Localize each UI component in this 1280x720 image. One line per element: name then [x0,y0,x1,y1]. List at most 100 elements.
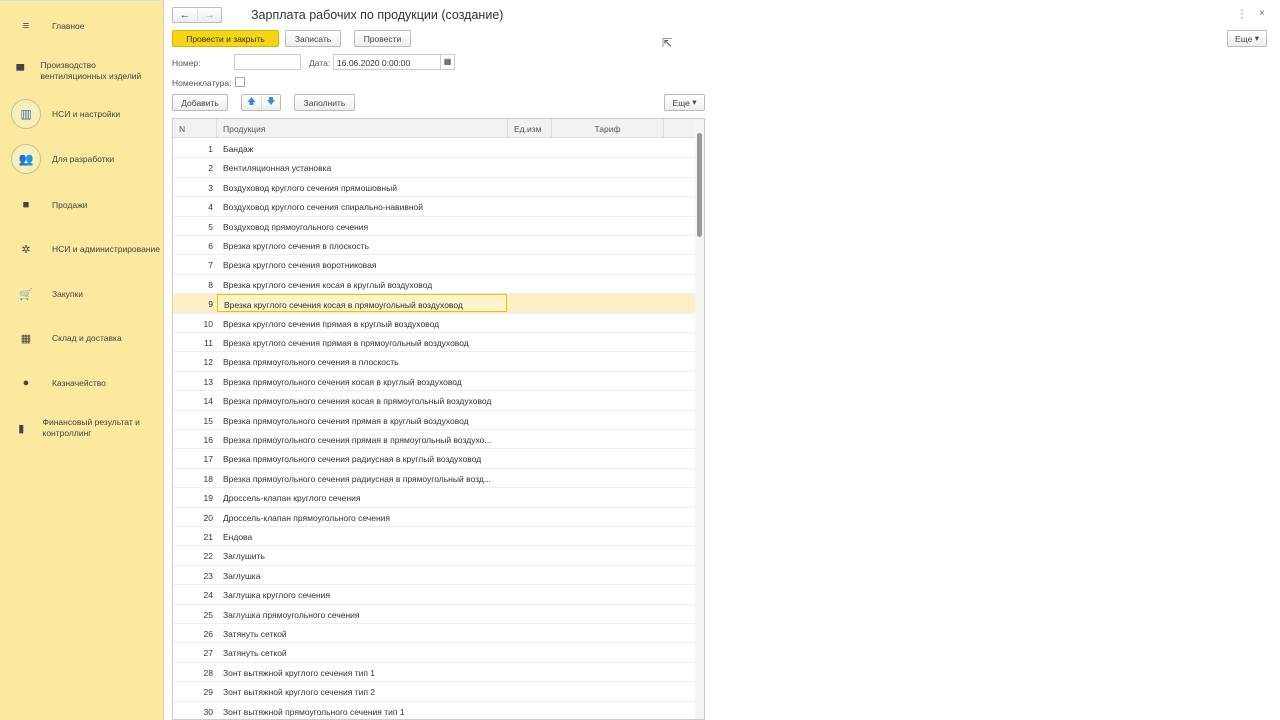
scrollbar[interactable] [695,119,704,719]
move-up-icon[interactable]: 🡅 [242,96,261,110]
table-row[interactable]: 19 Дроссель-клапан круглого сечения [173,488,696,508]
nomenclature-checkbox[interactable] [235,77,245,87]
add-button[interactable]: Добавить [172,94,228,111]
table-row[interactable]: 22 Заглушить [173,546,696,566]
table-row[interactable]: 8 Врезка круглого сечения косая в круглый… [173,275,696,295]
product-cell[interactable]: Воздуховод круглого сечения спирально-на… [217,197,507,215]
table-row[interactable]: 17 Врезка прямоугольного сечения радиусна… [173,449,696,469]
product-cell[interactable]: Затянуть сеткой [217,624,507,642]
product-cell[interactable]: Врезка прямоугольного сечения радиусная … [217,469,507,487]
column-header-product[interactable]: Продукция [217,119,508,138]
product-cell[interactable]: Зонт вытяжной прямоугольного сечения тип… [217,702,507,719]
product-cell[interactable]: Врезка прямоугольного сечения косая в кр… [217,372,507,390]
product-cell[interactable]: Вентиляционная установка [217,158,507,176]
sidebar-item[interactable]: ▥ НСИ и настройки [0,94,164,134]
table-row[interactable]: 7 Врезка круглого сечения воротниковая [173,255,696,275]
product-cell[interactable]: Бандаж [217,139,507,157]
table-row[interactable]: 11 Врезка круглого сечения прямая в прямо… [173,333,696,353]
product-cell[interactable]: Врезка круглого сечения в плоскость [217,236,507,254]
product-cell[interactable]: Врезка прямоугольного сечения радиусная … [217,449,507,467]
table-row[interactable]: 5 Воздуховод прямоугольного сечения [173,217,696,236]
date-label: Дата: [309,58,331,68]
calendar-icon[interactable]: ▦ [440,54,455,70]
table-row[interactable]: 28 Зонт вытяжной круглого сечения тип 1 [173,663,696,683]
table-row[interactable]: 13 Врезка прямоугольного сечения косая в … [173,372,696,392]
sidebar-item-label: Закупки [52,288,83,299]
product-cell[interactable]: Заглушка прямоугольного сечения [217,605,507,623]
sidebar-item[interactable]: ≡ Главное [0,6,164,46]
table-row[interactable]: 29 Зонт вытяжной круглого сечения тип 2 [173,682,696,702]
sidebar-item[interactable]: ● Казначейство [0,363,164,403]
date-input[interactable]: 16.06.2020 0:00:00 [333,54,441,70]
sidebar-item[interactable]: 🛒 Закупки [0,274,164,314]
table-row[interactable]: 20 Дроссель-клапан прямоугольного сечения [173,508,696,527]
column-header-unit[interactable]: Ед.изм [508,119,552,138]
sidebar-item[interactable]: 👥 Для разработки [0,139,164,179]
table-row[interactable]: 15 Врезка прямоугольного сечения прямая в… [173,411,696,430]
table-row[interactable]: 1 Бандаж [173,139,696,159]
table-row[interactable]: 2 Вентиляционная установка [173,158,696,178]
product-cell[interactable]: Зонт вытяжной круглого сечения тип 1 [217,663,507,681]
table-row[interactable]: 24 Заглушка круглого сечения [173,585,696,605]
row-number: 6 [208,241,213,251]
product-cell[interactable]: Заглушить [217,546,507,564]
sidebar-item[interactable]: ■ Продажи [0,185,164,225]
sidebar-item[interactable]: ✲ НСИ и администрирование [0,229,164,269]
column-header-rate[interactable]: Тариф [552,119,664,138]
row-number: 29 [203,687,213,698]
product-cell[interactable]: Врезка круглого сечения косая в круглый … [217,275,507,293]
table-row[interactable]: 23 Заглушка [173,566,696,586]
table-row[interactable]: 12 Врезка прямоугольного сечения в плоско… [173,352,696,372]
product-cell[interactable]: Врезка прямоугольного сечения в плоскост… [217,352,507,370]
product-cell[interactable]: Дроссель-клапан прямоугольного сечения [217,508,507,526]
table-row[interactable]: 21 Ендова [173,527,696,547]
product-cell[interactable]: Врезка круглого сечения прямая в прямоуг… [217,333,507,351]
product-cell[interactable]: Затянуть сеткой [217,643,507,661]
table-row[interactable]: 25 Заглушка прямоугольного сечения [173,605,696,624]
table-row[interactable]: 3 Воздуховод круглого сечения прямошовный [173,178,696,198]
forward-arrow-icon[interactable]: → [196,9,221,21]
product-cell[interactable]: Врезка прямоугольного сечения прямая в п… [217,430,507,448]
product-cell[interactable]: Воздуховод прямоугольного сечения [217,217,507,235]
product-cell[interactable]: Дроссель-клапан круглого сечения [217,488,507,506]
header-more-button[interactable]: Еще ▾ [1227,30,1267,47]
product-cell[interactable]: Воздуховод круглого сечения прямошовный [217,178,507,196]
ruble-icon: ● [22,377,30,389]
post-and-close-button[interactable]: Провести и закрыть [172,30,279,47]
product-cell[interactable]: Врезка прямоугольного сечения прямая в к… [217,411,507,429]
product-cell[interactable]: Заглушка [217,566,507,584]
table-row[interactable]: 14 Врезка прямоугольного сечения косая в … [173,391,696,411]
scrollbar-thumb[interactable] [697,133,702,237]
post-button[interactable]: Провести [354,30,411,47]
more-vert-icon[interactable]: ⋮ [1237,9,1247,20]
sidebar-item[interactable]: ▮ Финансовый результат и контроллинг [0,408,164,448]
table-row[interactable]: 27 Затянуть сеткой [173,643,696,663]
table-more-button[interactable]: Еще ▾ [664,94,705,111]
table-row[interactable]: 4 Воздуховод круглого сечения спирально-н… [173,197,696,217]
product-cell[interactable]: Ендова [217,527,507,545]
table-row[interactable]: 18 Врезка прямоугольного сечения радиусна… [173,469,696,489]
table-row[interactable]: 9 Врезка круглого сечения косая в прямоуг… [173,294,696,314]
sidebar-item[interactable]: ▦ Склад и доставка [0,318,164,358]
close-icon[interactable]: × [1259,8,1265,19]
fill-button[interactable]: Заполнить [294,94,355,111]
table-row[interactable]: 26 Затянуть сеткой [173,624,696,644]
move-down-icon[interactable]: 🡇 [260,95,280,110]
product-cell[interactable]: Врезка круглого сечения воротниковая [217,255,507,273]
table-row[interactable]: 30 Зонт вытяжной прямоугольного сечения т… [173,702,696,719]
table-row[interactable]: 10 Врезка круглого сечения прямая в кругл… [173,314,696,333]
save-button[interactable]: Записать [285,30,341,47]
product-cell[interactable]: Заглушка круглого сечения [217,585,507,603]
nav-buttons: ← → [172,7,222,23]
table-row[interactable]: 16 Врезка прямоугольного сечения прямая в… [173,430,696,450]
column-header-n[interactable]: N [173,119,217,138]
back-arrow-icon[interactable]: ← [173,9,197,21]
table-row[interactable]: 6 Врезка круглого сечения в плоскость [173,236,696,256]
row-number: 1 [208,144,213,154]
product-cell[interactable]: Врезка круглого сечения косая в прямоуго… [217,294,507,313]
sidebar-item[interactable]: ▀ Производство вентиляционных изделий [0,51,164,91]
product-cell[interactable]: Врезка прямоугольного сечения косая в пр… [217,391,507,409]
product-cell[interactable]: Врезка круглого сечения прямая в круглый… [217,314,507,332]
number-input[interactable] [234,54,301,70]
product-cell[interactable]: Зонт вытяжной круглого сечения тип 2 [217,682,507,700]
